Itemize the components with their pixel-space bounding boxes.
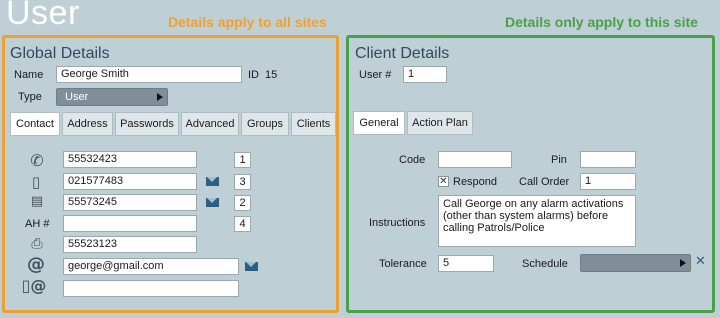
mobile-call-order[interactable]: 3 [234,174,251,190]
schedule-label: Schedule [522,258,568,270]
tab-passwords[interactable]: Passwords [115,112,179,136]
tab-clients[interactable]: Clients [291,112,336,136]
caret-right-icon [157,93,163,101]
instructions-label: Instructions [369,217,426,229]
global-details-panel: Global Details Name George Smith ID 15 T… [2,35,339,313]
email-field[interactable]: george@gmail.com [63,258,239,275]
client-banner: Details only apply to this site [505,14,698,30]
phone-call-order[interactable]: 1 [234,152,251,168]
after-hours-label: AH # [25,218,50,230]
pager-icon: ▤ [30,194,44,209]
client-details-panel: Client Details User # 1 General Action P… [346,35,715,313]
after-hours-field[interactable] [63,215,197,232]
user-number-field[interactable]: 1 [403,66,447,83]
call-order-label: Call Order [519,176,570,188]
instructions-field[interactable]: Call George on any alarm activations (ot… [438,195,636,247]
pager-field[interactable]: 55573245 [63,194,197,211]
mobile-email-field[interactable] [63,280,239,297]
mobile-email-icon: ▯@ [21,276,47,295]
mobile-field[interactable]: 021577483 [63,173,197,190]
name-label: Name [14,69,44,81]
mobile-email-action-icon[interactable] [206,177,219,186]
code-label: Code [399,154,426,166]
tab-general[interactable]: General [353,111,405,135]
email-icon: @ [27,254,45,275]
phone-field[interactable]: 55532423 [63,151,197,168]
fax-field[interactable]: 55523123 [63,236,197,253]
email-send-icon[interactable] [245,262,258,271]
page-title: User [6,0,80,32]
pin-field[interactable] [580,151,636,168]
pager-email-action-icon[interactable] [206,198,219,207]
tab-action-plan[interactable]: Action Plan [407,111,473,135]
fax-icon: ⎙ [31,236,43,252]
clear-schedule-icon[interactable]: ✕ [695,254,706,269]
user-number-label: User # [359,69,392,81]
global-details-title: Global Details [10,45,110,62]
tab-groups[interactable]: Groups [241,112,289,136]
code-field[interactable] [438,151,512,168]
after-hours-call-order[interactable]: 4 [234,216,251,232]
global-banner: Details apply to all sites [168,14,327,30]
type-select[interactable]: User [56,88,168,106]
type-label: Type [18,91,42,103]
id-label: ID [248,69,259,81]
id-value: 15 [265,69,278,81]
tolerance-field[interactable]: 5 [438,255,494,272]
respond-label: Respond [453,176,498,188]
schedule-select[interactable] [580,254,691,272]
tab-advanced[interactable]: Advanced [181,112,239,136]
pager-call-order[interactable]: 2 [234,195,251,211]
caret-right-icon [680,259,686,267]
client-details-title: Client Details [355,45,450,62]
phone-icon: ✆ [30,151,44,170]
tab-contact[interactable]: Contact [10,112,60,136]
type-select-value: User [65,91,89,103]
pin-label: Pin [551,154,567,166]
tolerance-label: Tolerance [379,258,427,270]
tab-address[interactable]: Address [62,112,113,136]
respond-checkbox[interactable]: ✕ [438,176,449,187]
call-order-field[interactable]: 1 [580,173,636,190]
mobile-phone-icon: ▯ [31,173,41,191]
name-field[interactable]: George Smith [56,66,242,83]
